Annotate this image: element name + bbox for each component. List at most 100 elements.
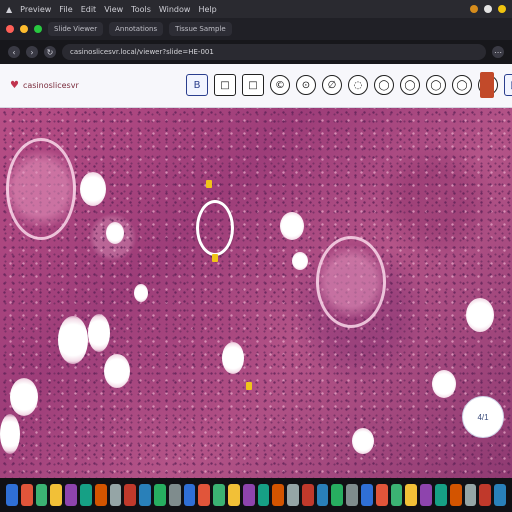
tool-b[interactable]: B bbox=[186, 74, 208, 96]
dock-app-icon[interactable] bbox=[346, 484, 359, 506]
dock-app-icon[interactable] bbox=[464, 484, 477, 506]
dock-app-icon[interactable] bbox=[390, 484, 403, 506]
dock-app-icon[interactable] bbox=[94, 484, 107, 506]
battery-icon[interactable] bbox=[498, 5, 506, 13]
tool-target[interactable]: ⊙ bbox=[296, 75, 316, 95]
tissue-gland bbox=[316, 236, 386, 328]
tool-empty[interactable]: ∅ bbox=[322, 75, 342, 95]
extensions-icon[interactable]: ⋯ bbox=[492, 46, 504, 58]
dock-app-icon[interactable] bbox=[65, 484, 77, 506]
apple-menu-icon[interactable]: ▲ bbox=[6, 5, 12, 14]
tool-ring-5[interactable]: ◯ bbox=[452, 75, 472, 95]
dock-app-icon[interactable] bbox=[79, 484, 92, 506]
vacuole bbox=[10, 378, 38, 416]
tool-copyright[interactable]: © bbox=[270, 75, 290, 95]
zoom-window-icon[interactable] bbox=[34, 25, 42, 33]
dock-app-icon[interactable] bbox=[494, 484, 507, 506]
status-area bbox=[470, 5, 506, 13]
vacuole bbox=[104, 354, 130, 388]
tissue-gland bbox=[6, 138, 76, 240]
dock-app-icon[interactable] bbox=[361, 484, 373, 506]
dock-app-icon[interactable] bbox=[124, 484, 137, 506]
back-icon[interactable]: ‹ bbox=[8, 46, 20, 58]
tissue-texture bbox=[0, 108, 512, 478]
vacuole bbox=[80, 172, 106, 206]
close-window-icon[interactable] bbox=[6, 25, 14, 33]
menu-item-file[interactable]: File bbox=[59, 5, 72, 14]
dock-app-icon[interactable] bbox=[272, 484, 285, 506]
zoom-label: 4/1 bbox=[477, 412, 489, 422]
menu-item-app[interactable]: Preview bbox=[20, 5, 51, 14]
dock-app-icon[interactable] bbox=[198, 484, 211, 506]
slide-canvas[interactable]: 4/1 bbox=[0, 108, 512, 478]
vacuole bbox=[466, 298, 494, 332]
forward-icon[interactable]: › bbox=[26, 46, 38, 58]
tool-fullscreen[interactable]: ▣ bbox=[504, 74, 512, 96]
annotation-marker-icon[interactable] bbox=[212, 254, 218, 262]
brand-name: casinoslicesvr bbox=[22, 81, 79, 90]
tool-ring-2[interactable]: ◯ bbox=[374, 75, 394, 95]
dock-app-icon[interactable] bbox=[242, 484, 255, 506]
url-field[interactable]: casinoslicesvr.local/viewer?slide=HE-001 bbox=[62, 44, 486, 60]
tab-1[interactable]: Annotations bbox=[109, 22, 164, 36]
tab-2[interactable]: Tissue Sample bbox=[169, 22, 232, 36]
annotation-circle[interactable] bbox=[196, 200, 234, 256]
zoom-indicator[interactable]: 4/1 bbox=[462, 396, 504, 438]
vacuole bbox=[106, 222, 124, 244]
dock-app-icon[interactable] bbox=[435, 484, 447, 506]
dock-app-icon[interactable] bbox=[20, 484, 33, 506]
reload-icon[interactable]: ↻ bbox=[44, 46, 56, 58]
dock-app-icon[interactable] bbox=[479, 484, 492, 506]
menu-item-edit[interactable]: Edit bbox=[81, 5, 97, 14]
vacuole bbox=[0, 414, 20, 454]
dock-app-icon[interactable] bbox=[375, 484, 388, 506]
annotation-marker-icon[interactable] bbox=[246, 382, 252, 390]
os-menubar: ▲ Preview File Edit View Tools Window He… bbox=[0, 0, 512, 18]
dock-app-icon[interactable] bbox=[420, 484, 433, 506]
menu-item-view[interactable]: View bbox=[104, 5, 123, 14]
tool-ring-1[interactable]: ◌ bbox=[348, 75, 368, 95]
vacuole bbox=[292, 252, 308, 270]
vacuole bbox=[88, 314, 110, 352]
dock-app-icon[interactable] bbox=[301, 484, 314, 506]
wifi-icon[interactable] bbox=[484, 5, 492, 13]
vacuole bbox=[280, 212, 304, 240]
tool-rect-2[interactable]: □ bbox=[242, 74, 264, 96]
vacuole bbox=[134, 284, 148, 302]
minimize-window-icon[interactable] bbox=[20, 25, 28, 33]
dock-app-icon[interactable] bbox=[5, 484, 18, 506]
tab-0[interactable]: Slide Viewer bbox=[48, 22, 104, 36]
status-indicator-icon[interactable] bbox=[470, 5, 478, 13]
dock-app-icon[interactable] bbox=[449, 484, 462, 506]
dock-app-icon[interactable] bbox=[257, 484, 270, 506]
heart-logo-icon: ♥ bbox=[10, 80, 19, 91]
vacuole bbox=[58, 316, 88, 364]
annotation-marker-icon[interactable] bbox=[206, 180, 212, 188]
dock-app-icon[interactable] bbox=[139, 484, 151, 506]
dock-app-icon[interactable] bbox=[405, 484, 418, 506]
dock-app-icon[interactable] bbox=[50, 484, 63, 506]
vacuole bbox=[352, 428, 374, 454]
tool-ring-4[interactable]: ◯ bbox=[426, 75, 446, 95]
dock-app-icon[interactable] bbox=[316, 484, 329, 506]
os-dock bbox=[0, 478, 512, 512]
dock-app-icon[interactable] bbox=[183, 484, 196, 506]
dock-app-icon[interactable] bbox=[227, 484, 240, 506]
brand[interactable]: ♥ casinoslicesvr bbox=[10, 80, 79, 91]
dock-app-icon[interactable] bbox=[213, 484, 225, 506]
dock-app-icon[interactable] bbox=[168, 484, 181, 506]
vacuole bbox=[432, 370, 456, 398]
tool-ring-3[interactable]: ◯ bbox=[400, 75, 420, 95]
browser-tab-bar: Slide Viewer Annotations Tissue Sample bbox=[0, 18, 512, 40]
dock-app-icon[interactable] bbox=[331, 484, 344, 506]
dock-app-icon[interactable] bbox=[153, 484, 166, 506]
vacuole bbox=[222, 342, 244, 374]
dock-app-icon[interactable] bbox=[287, 484, 299, 506]
dock-app-icon[interactable] bbox=[109, 484, 122, 506]
tool-rect[interactable]: □ bbox=[214, 74, 236, 96]
menu-item-help[interactable]: Help bbox=[198, 5, 216, 14]
menu-item-tools[interactable]: Tools bbox=[131, 5, 151, 14]
dock-app-icon[interactable] bbox=[35, 484, 48, 506]
grip-handle-icon[interactable] bbox=[480, 72, 494, 98]
menu-item-window[interactable]: Window bbox=[159, 5, 191, 14]
